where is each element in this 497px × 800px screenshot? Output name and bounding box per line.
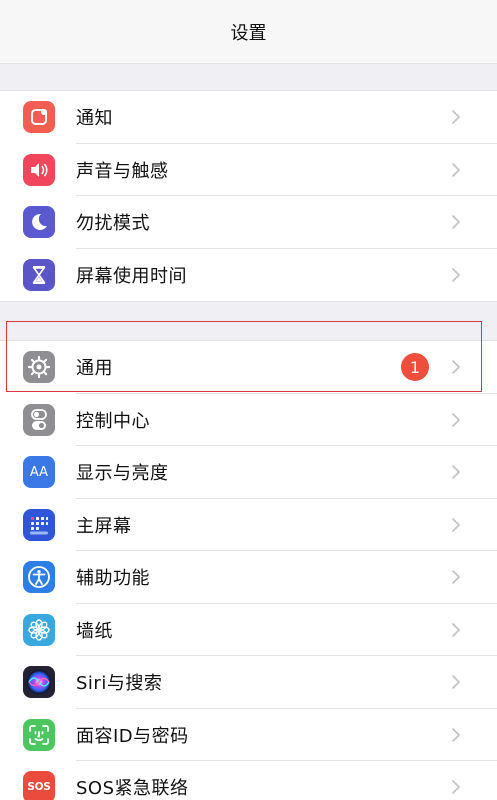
settings-row-do-not-disturb[interactable]: 勿扰模式 [0,196,497,249]
chevron-right-icon [452,780,460,795]
settings-row-label: 勿扰模式 [76,213,150,235]
settings-row-label: 声音与触感 [76,160,169,182]
settings-row-notifications[interactable]: 通知 [0,91,497,144]
settings-row-label: 墙纸 [76,620,113,642]
home-grid-icon [23,508,55,541]
chevron-right-icon [452,110,460,125]
gear-icon [23,351,55,384]
notification-badge: 1 [401,353,429,382]
notification-icon [23,101,55,134]
settings-row-display-brightness[interactable]: AA 显示与亮度 [0,446,497,499]
settings-row-control-center[interactable]: 控制中心 [0,394,497,446]
chevron-right-icon [452,570,460,585]
chevron-right-icon [452,622,460,637]
chevron-right-icon [452,465,460,480]
text-size-icon: AA [23,456,55,489]
accessibility-icon [23,561,55,594]
text-size-icon-glyph: AA [29,464,49,480]
chevron-right-icon [452,727,460,742]
settings-row-label: 通知 [76,108,113,130]
settings-row-face-id-passcode[interactable]: 面容ID与密码 [0,709,497,761]
settings-row-label: 主屏幕 [76,515,132,537]
speaker-icon [23,153,55,186]
settings-row-label: 面容ID与密码 [76,725,189,747]
chevron-right-icon [452,360,460,375]
settings-row-label: SOS紧急联络 [76,778,189,800]
siri-icon [23,666,55,699]
settings-row-general[interactable]: 通用 1 [0,341,497,394]
settings-row-label: Siri与搜索 [76,673,163,695]
chevron-right-icon [452,215,460,230]
settings-row-screen-time[interactable]: 屏幕使用时间 [0,249,497,302]
chevron-right-icon [452,267,460,282]
page-title: 设置 [230,22,267,44]
settings-row-home-screen[interactable]: 主屏幕 [0,499,497,551]
flower-icon [23,613,55,646]
chevron-right-icon [452,517,460,532]
settings-row-sounds[interactable]: 声音与触感 [0,144,497,196]
toggles-icon [23,403,55,436]
settings-group-1: 通知 声音与触感 勿扰模式 屏幕使用时间 [0,90,497,302]
settings-row-wallpaper[interactable]: 墙纸 [0,604,497,656]
settings-row-label: 屏幕使用时间 [76,265,187,287]
settings-row-label: 控制中心 [76,410,150,432]
chevron-right-icon [452,412,460,427]
settings-row-label: 显示与亮度 [76,463,169,485]
moon-icon [23,206,55,239]
settings-row-siri-search[interactable]: Siri与搜索 [0,656,497,709]
settings-row-label: 通用 [76,358,113,380]
settings-row-accessibility[interactable]: 辅助功能 [0,551,497,604]
chevron-right-icon [452,162,460,177]
settings-row-label: 辅助功能 [76,568,150,590]
navigation-bar: 设置 [0,0,497,64]
settings-row-emergency-sos[interactable]: SOS SOS紧急联络 [0,761,497,800]
sos-icon-glyph: SOS [27,781,51,794]
hourglass-icon [23,258,55,291]
chevron-right-icon [452,675,460,690]
sos-icon: SOS [23,771,55,800]
settings-group-2: 通用 1 控制中心 AA 显示与亮度 主屏幕 辅助功能 墙纸 Siri与搜索 面… [0,340,497,800]
face-id-icon [23,718,55,751]
